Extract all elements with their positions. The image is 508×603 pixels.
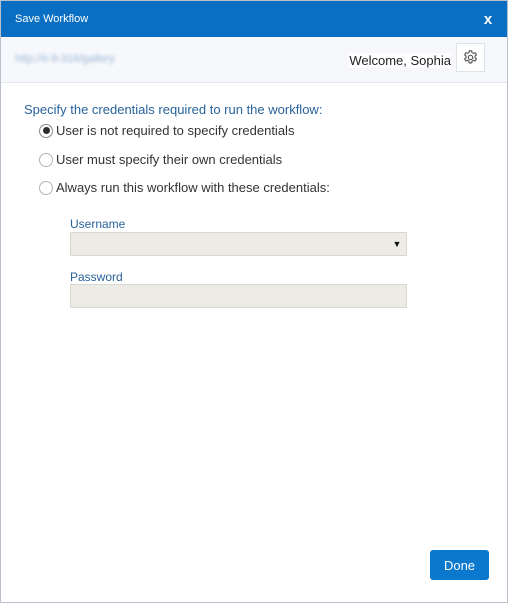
credentials-heading: Specify the credentials required to run … <box>24 102 323 117</box>
welcome-text: Welcome, Sophia <box>349 53 451 68</box>
gallery-header: http://ii-9-316/gallery Welcome, Sophia <box>1 37 507 83</box>
option-fixed-credentials[interactable]: Always run this workflow with these cred… <box>39 180 330 195</box>
username-select[interactable]: ▼ <box>70 232 407 256</box>
done-button[interactable]: Done <box>430 550 489 580</box>
radio-own-credentials[interactable] <box>39 152 53 167</box>
gear-icon <box>464 50 477 64</box>
option-own-credentials-label: User must specify their own credentials <box>56 152 283 167</box>
radio-no-credentials[interactable] <box>39 123 53 138</box>
save-workflow-dialog: Save Workflow x http://ii-9-316/gallery … <box>0 0 508 603</box>
dialog-title: Save Workflow <box>15 13 89 25</box>
gallery-url: http://ii-9-316/gallery <box>15 53 115 65</box>
close-button[interactable]: x <box>479 10 497 28</box>
option-no-credentials[interactable]: User is not required to specify credenti… <box>39 123 294 138</box>
password-field[interactable] <box>70 284 407 308</box>
option-fixed-credentials-label: Always run this workflow with these cred… <box>56 180 330 195</box>
dialog-titlebar: Save Workflow x <box>1 1 507 37</box>
settings-button[interactable] <box>456 43 485 72</box>
username-label: Username <box>70 217 126 231</box>
dropdown-arrow-icon[interactable]: ▼ <box>388 233 406 255</box>
password-label: Password <box>70 270 123 284</box>
option-no-credentials-label: User is not required to specify credenti… <box>56 123 295 138</box>
option-own-credentials[interactable]: User must specify their own credentials <box>39 152 282 167</box>
radio-fixed-credentials[interactable] <box>39 180 53 195</box>
close-icon: x <box>483 10 493 28</box>
